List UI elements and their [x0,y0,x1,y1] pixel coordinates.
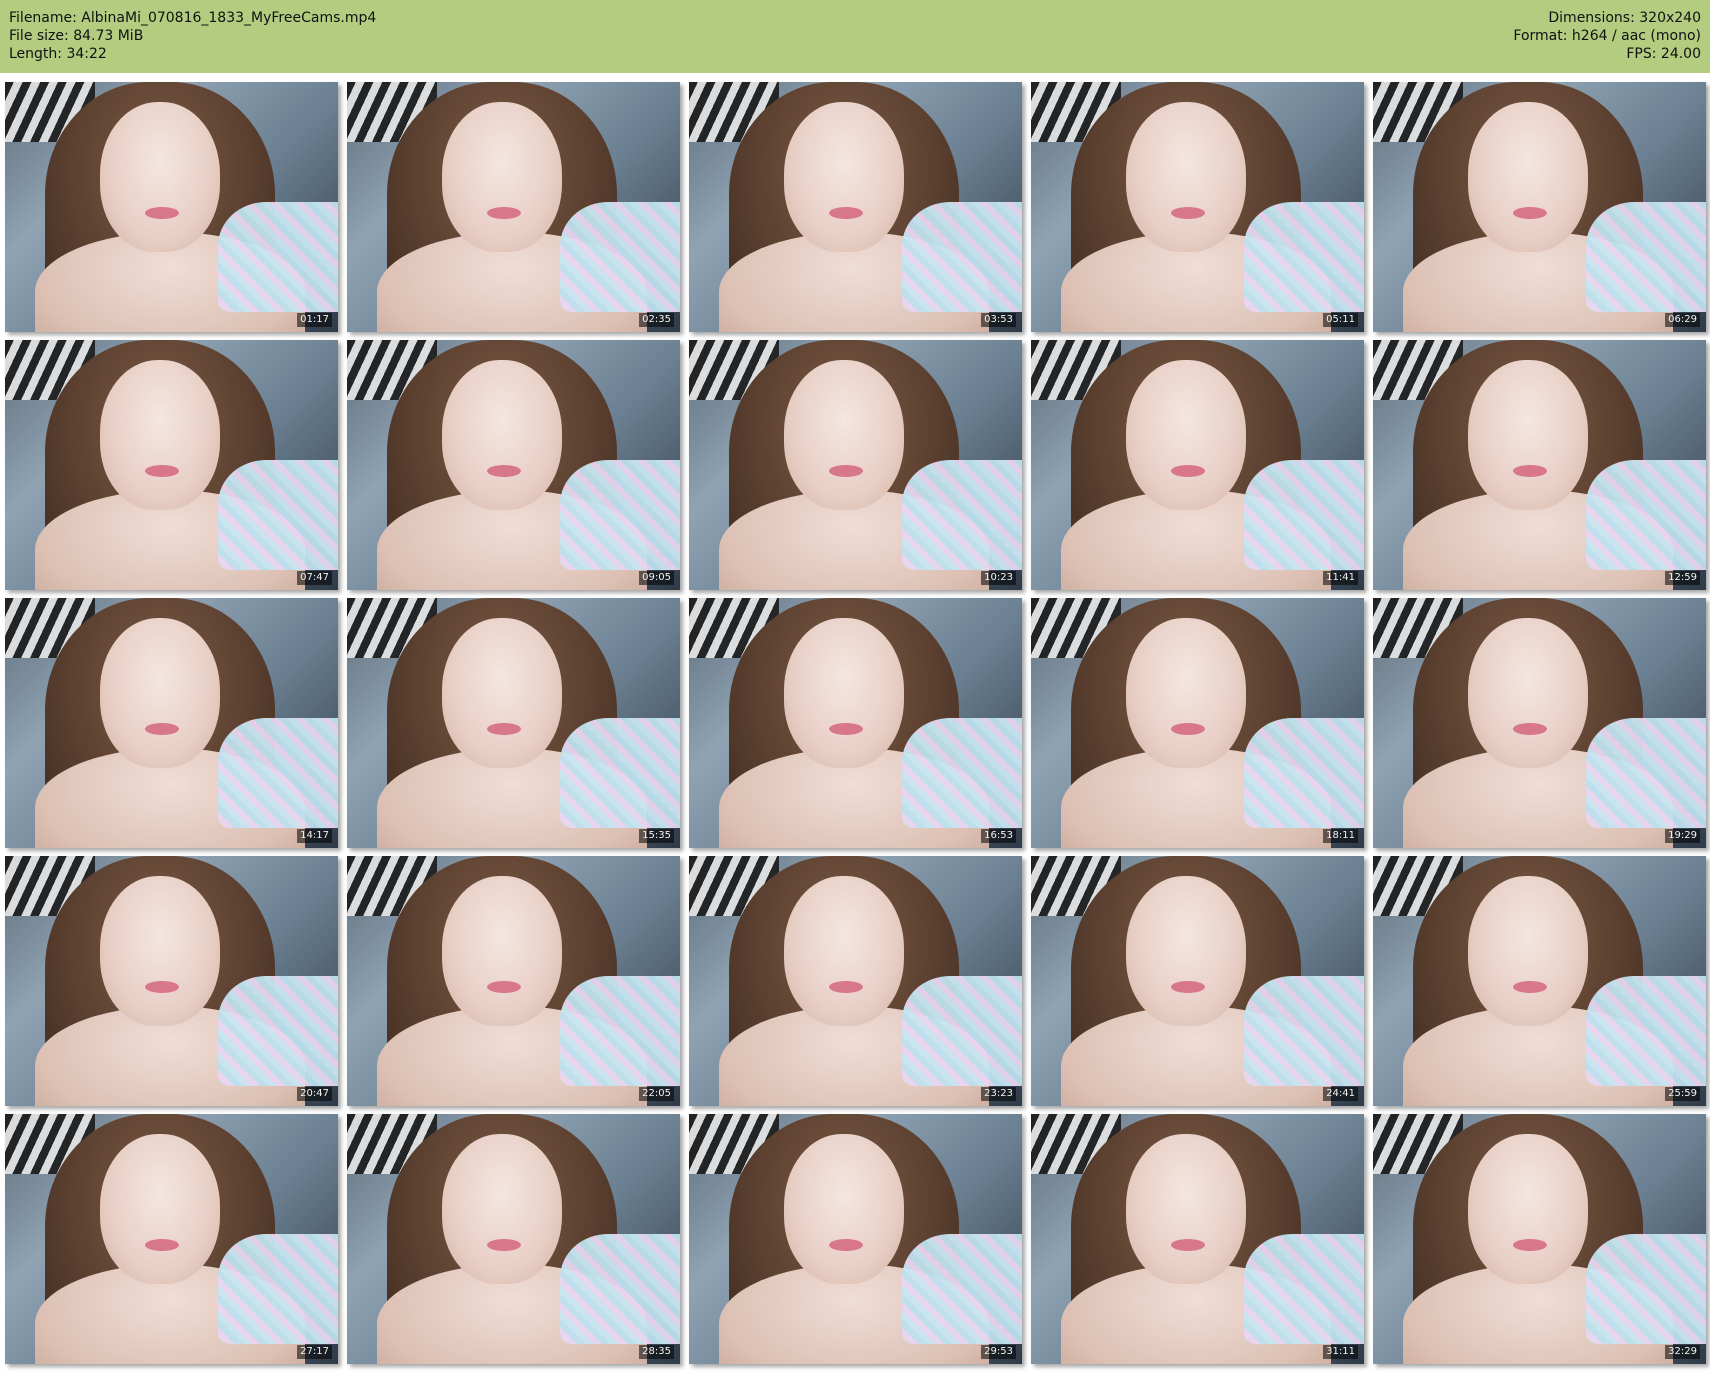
thumbnail[interactable]: 06:29 [1373,82,1706,332]
video-frame-image [5,340,338,590]
timestamp-label: 02:35 [639,313,674,327]
thumbnail[interactable]: 16:53 [689,598,1022,848]
timestamp-label: 25:59 [1665,1087,1700,1101]
timestamp-label: 15:35 [639,829,674,843]
thumbnail[interactable]: 18:11 [1031,598,1364,848]
stream-info: Dimensions: 320x240 Format: h264 / aac (… [1513,9,1701,63]
thumbnail[interactable]: 28:35 [347,1114,680,1364]
thumbnail[interactable]: 32:29 [1373,1114,1706,1364]
video-frame-image [5,856,338,1106]
thumbnail[interactable]: 20:47 [5,856,338,1106]
video-frame-image [1031,1114,1364,1364]
timestamp-label: 19:29 [1665,829,1700,843]
timestamp-label: 27:17 [297,1345,332,1359]
fps-text: FPS: 24.00 [1626,46,1701,62]
video-frame-image [1031,82,1364,332]
thumbnail[interactable]: 09:05 [347,340,680,590]
timestamp-label: 23:23 [981,1087,1016,1101]
file-info: Filename: AlbinaMi_070816_1833_MyFreeCam… [9,9,376,63]
file-size-text: File size: 84.73 MiB [9,28,144,44]
video-frame-image [689,1114,1022,1364]
timestamp-label: 11:41 [1323,571,1358,585]
video-frame-image [1373,598,1706,848]
video-frame-image [689,598,1022,848]
thumbnail[interactable]: 25:59 [1373,856,1706,1106]
filename-text: Filename: AlbinaMi_070816_1833_MyFreeCam… [9,10,377,26]
thumbnail[interactable]: 19:29 [1373,598,1706,848]
thumbnail[interactable]: 10:23 [689,340,1022,590]
video-frame-image [1031,340,1364,590]
thumbnail[interactable]: 11:41 [1031,340,1364,590]
timestamp-label: 18:11 [1323,829,1358,843]
timestamp-label: 31:11 [1323,1345,1358,1359]
timestamp-label: 20:47 [297,1087,332,1101]
timestamp-label: 07:47 [297,571,332,585]
thumbnail[interactable]: 22:05 [347,856,680,1106]
timestamp-label: 24:41 [1323,1087,1358,1101]
timestamp-label: 32:29 [1665,1345,1700,1359]
timestamp-label: 10:23 [981,571,1016,585]
video-frame-image [689,340,1022,590]
thumbnail[interactable]: 23:23 [689,856,1022,1106]
timestamp-label: 14:17 [297,829,332,843]
video-frame-image [1373,82,1706,332]
length-text: Length: 34:22 [9,46,107,62]
thumbnail[interactable]: 03:53 [689,82,1022,332]
video-frame-image [5,598,338,848]
timestamp-label: 09:05 [639,571,674,585]
thumbnail[interactable]: 02:35 [347,82,680,332]
timestamp-label: 29:53 [981,1345,1016,1359]
thumbnail[interactable]: 14:17 [5,598,338,848]
format-text: Format: h264 / aac (mono) [1513,28,1701,44]
video-frame-image [1031,856,1364,1106]
thumbnail[interactable]: 12:59 [1373,340,1706,590]
video-frame-image [1373,340,1706,590]
video-frame-image [5,82,338,332]
thumbnail[interactable]: 15:35 [347,598,680,848]
thumbnail[interactable]: 29:53 [689,1114,1022,1364]
video-frame-image [689,856,1022,1106]
timestamp-label: 22:05 [639,1087,674,1101]
info-header: Filename: AlbinaMi_070816_1833_MyFreeCam… [0,0,1710,73]
thumbnail[interactable]: 01:17 [5,82,338,332]
video-frame-image [347,1114,680,1364]
video-frame-image [1031,598,1364,848]
video-frame-image [347,856,680,1106]
video-frame-image [1373,1114,1706,1364]
thumbnail[interactable]: 07:47 [5,340,338,590]
video-frame-image [347,598,680,848]
timestamp-label: 05:11 [1323,313,1358,327]
timestamp-label: 01:17 [297,313,332,327]
thumbnail[interactable]: 05:11 [1031,82,1364,332]
thumbnail[interactable]: 27:17 [5,1114,338,1364]
thumbnail[interactable]: 31:11 [1031,1114,1364,1364]
timestamp-label: 12:59 [1665,571,1700,585]
timestamp-label: 06:29 [1665,313,1700,327]
video-frame-image [689,82,1022,332]
video-frame-image [5,1114,338,1364]
video-frame-image [347,82,680,332]
video-frame-image [347,340,680,590]
video-frame-image [1373,856,1706,1106]
thumbnail[interactable]: 24:41 [1031,856,1364,1106]
timestamp-label: 28:35 [639,1345,674,1359]
timestamp-label: 03:53 [981,313,1016,327]
timestamp-label: 16:53 [981,829,1016,843]
dimensions-text: Dimensions: 320x240 [1548,10,1701,26]
